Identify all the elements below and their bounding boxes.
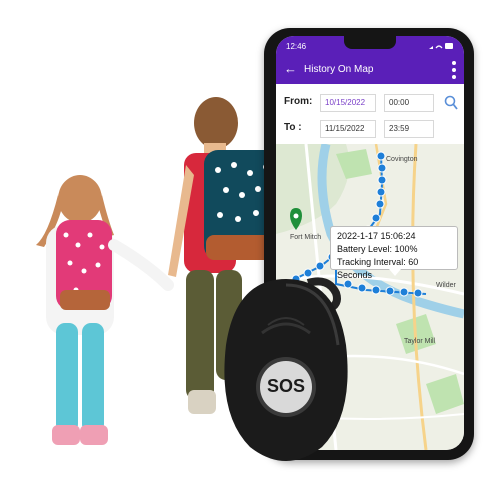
more-vert-icon[interactable]	[452, 61, 456, 79]
arrow-left-icon[interactable]: ←	[284, 62, 297, 76]
to-time-field[interactable]: 23:59	[384, 120, 434, 138]
girl-figure	[36, 175, 174, 445]
page-title: History On Map	[304, 64, 374, 75]
status-time: 12:46	[286, 42, 307, 51]
camera-notch	[344, 36, 396, 49]
signal-wifi-battery-icon	[429, 43, 453, 49]
sos-tracker-device	[224, 277, 348, 461]
from-date-field[interactable]: 10/15/2022	[320, 94, 376, 112]
tooltip-battery: Battery Level: 100%	[337, 244, 418, 254]
search-icon[interactable]	[444, 95, 458, 111]
from-time-field[interactable]: 00:00	[384, 94, 434, 112]
location-tooltip: 2022-1-17 15:06:24 Battery Level: 100% T…	[330, 226, 458, 280]
status-bar: 12:46	[276, 36, 464, 56]
app-bar: ← History On Map	[276, 56, 464, 84]
tooltip-datetime: 2022-1-17 15:06:24	[337, 231, 416, 241]
map-label-fort-mitchell: Fort Mitch	[290, 234, 322, 241]
map-label-covington: Covington	[386, 156, 418, 163]
map-label-wilder: Wilder	[436, 282, 456, 289]
sos-button-label[interactable]: SOS	[262, 376, 310, 397]
date-range-form: From: 10/15/2022 00:00 To : 11/15/2022 2…	[276, 84, 464, 144]
to-label: To :	[284, 122, 302, 133]
to-date-field[interactable]: 11/15/2022	[320, 120, 376, 138]
map-label-taylor-mill: Taylor Mill	[404, 338, 436, 345]
from-label: From:	[284, 96, 313, 107]
tooltip-interval: Tracking Interval: 60 Seconds	[337, 257, 419, 280]
